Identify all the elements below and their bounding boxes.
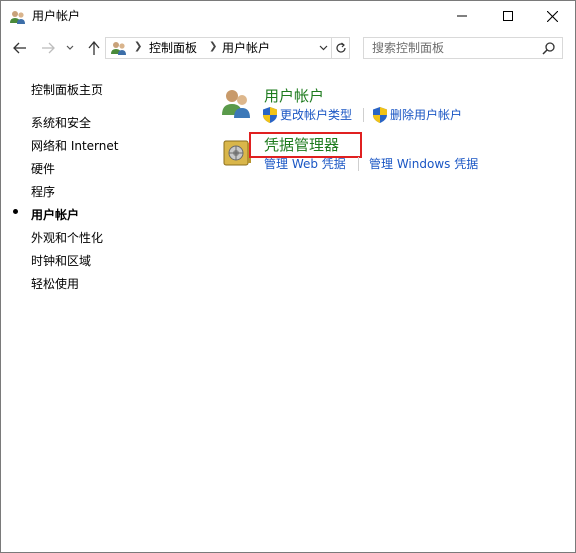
refresh-button[interactable] bbox=[332, 37, 350, 59]
search-icon[interactable] bbox=[542, 41, 556, 55]
recent-locations-button[interactable] bbox=[64, 39, 76, 57]
chevron-down-icon bbox=[66, 45, 74, 50]
chevron-down-icon bbox=[319, 45, 327, 51]
window-title: 用户帐户 bbox=[32, 9, 81, 23]
users-icon[interactable] bbox=[221, 87, 253, 119]
left-nav-ease-of-access[interactable]: 轻松使用 bbox=[31, 276, 79, 292]
maximize-button[interactable] bbox=[485, 1, 531, 31]
address-dropdown-button[interactable] bbox=[317, 42, 329, 54]
uac-shield-icon bbox=[263, 107, 277, 123]
breadcrumb-separator-icon[interactable]: ❯ bbox=[209, 41, 217, 52]
search-placeholder: 搜索控制面板 bbox=[372, 41, 445, 55]
breadcrumb-user-accounts[interactable]: 用户帐户 bbox=[222, 41, 270, 55]
uac-shield-icon bbox=[373, 107, 387, 123]
left-nav-user-accounts[interactable]: 用户帐户 bbox=[31, 207, 79, 223]
left-nav-system-security[interactable]: 系统和安全 bbox=[31, 115, 91, 131]
refresh-icon bbox=[335, 42, 346, 53]
highlight-box bbox=[249, 132, 362, 158]
arrow-left-icon bbox=[13, 42, 26, 54]
address-bar[interactable]: ❯ 控制面板 ❯ 用户帐户 bbox=[105, 37, 332, 59]
users-icon bbox=[111, 42, 126, 55]
current-item-bullet bbox=[13, 209, 18, 214]
arrow-right-icon bbox=[42, 42, 55, 54]
minimize-icon bbox=[457, 15, 467, 17]
up-button[interactable] bbox=[85, 39, 103, 57]
back-button[interactable] bbox=[11, 39, 29, 57]
arrow-up-icon bbox=[88, 41, 100, 55]
close-button[interactable] bbox=[529, 1, 575, 31]
left-nav-appearance[interactable]: 外观和个性化 bbox=[31, 230, 103, 246]
maximize-icon bbox=[503, 11, 513, 21]
title-bar: 用户帐户 bbox=[1, 1, 575, 32]
search-input[interactable]: 搜索控制面板 bbox=[363, 37, 563, 59]
left-nav-hardware[interactable]: 硬件 bbox=[31, 161, 55, 177]
left-nav-network-internet[interactable]: 网络和 Internet bbox=[31, 138, 118, 154]
section-title-user-accounts[interactable]: 用户帐户 bbox=[264, 86, 324, 106]
left-nav-control-panel-home[interactable]: 控制面板主页 bbox=[31, 82, 103, 98]
link-divider bbox=[358, 157, 359, 171]
link-divider bbox=[363, 108, 364, 122]
breadcrumb-separator-icon[interactable]: ❯ bbox=[134, 41, 142, 52]
manage-web-credentials-link[interactable]: 管理 Web 凭据 bbox=[264, 156, 346, 172]
control-panel-window: 用户帐户 ❯ 控制面板 ❯ 用户帐户 搜索控制面板 控制面板主页 系统和安全 网… bbox=[0, 0, 576, 553]
minimize-button[interactable] bbox=[439, 1, 485, 31]
close-icon bbox=[546, 10, 558, 22]
left-nav-clock-region[interactable]: 时钟和区域 bbox=[31, 253, 91, 269]
users-icon bbox=[10, 11, 25, 24]
remove-user-accounts-link[interactable]: 删除用户帐户 bbox=[390, 107, 462, 123]
manage-windows-credentials-link[interactable]: 管理 Windows 凭据 bbox=[369, 156, 478, 172]
left-nav-programs[interactable]: 程序 bbox=[31, 184, 55, 200]
breadcrumb-control-panel[interactable]: 控制面板 bbox=[149, 41, 197, 55]
forward-button[interactable] bbox=[39, 39, 57, 57]
change-account-type-link[interactable]: 更改帐户类型 bbox=[280, 107, 352, 123]
navigation-bar: ❯ 控制面板 ❯ 用户帐户 搜索控制面板 bbox=[1, 32, 575, 64]
